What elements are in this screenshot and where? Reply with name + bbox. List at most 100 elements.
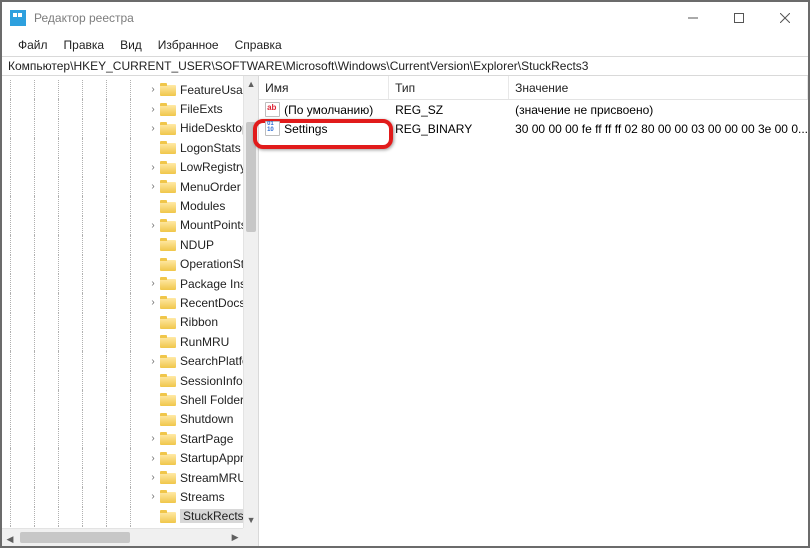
close-button[interactable] — [762, 2, 808, 34]
tree-item-label: StuckRects3 — [183, 509, 243, 523]
tree-item[interactable]: ›SearchPlatform — [2, 351, 243, 370]
values-pane: Имя Тип Значение (По умолчанию)REG_SZ(зн… — [259, 76, 808, 546]
folder-icon — [160, 490, 176, 503]
scroll-left-icon[interactable]: ◀ — [2, 531, 18, 546]
value-data: (значение не присвоено) — [509, 103, 808, 117]
list-row[interactable]: Settings REG_BINARY30 00 00 00 fe ff ff f… — [259, 119, 808, 138]
menu-edit[interactable]: Правка — [56, 36, 113, 54]
tree-pane: ›FeatureUsage›FileExts›HideDesktopIconLo… — [2, 76, 259, 546]
tree-vertical-scrollbar[interactable]: ▲ ▼ — [243, 76, 258, 528]
tree-item-label: MenuOrder — [180, 180, 241, 194]
expand-icon[interactable]: › — [146, 356, 160, 367]
list-row[interactable]: (По умолчанию)REG_SZ(значение не присвое… — [259, 100, 808, 119]
expand-icon[interactable]: › — [146, 104, 160, 115]
folder-icon — [160, 200, 176, 213]
main-area: ›FeatureUsage›FileExts›HideDesktopIconLo… — [2, 76, 808, 546]
tree-item-label: Ribbon — [180, 315, 218, 329]
tree-item[interactable]: › StreamMRU — [2, 468, 243, 487]
tree-item-label: FileExts — [180, 102, 223, 116]
tree-item-label: NDUP — [180, 238, 214, 252]
scroll-thumb-h[interactable] — [20, 532, 130, 543]
expand-icon[interactable]: › — [146, 472, 160, 483]
address-text: Компьютер\HKEY_CURRENT_USER\SOFTWARE\Mic… — [8, 59, 588, 73]
tree-item-label: Package Installa — [180, 277, 243, 291]
tree-item[interactable]: StuckRects3 — [2, 507, 243, 526]
tree-item[interactable]: ›LowRegistry — [2, 158, 243, 177]
tree-item[interactable]: NDUP — [2, 235, 243, 254]
folder-icon — [160, 432, 176, 445]
expand-icon[interactable]: › — [146, 278, 160, 289]
tree-item-label: MountPoints2 — [180, 218, 243, 232]
folder-icon — [160, 141, 176, 154]
tree-item[interactable]: LogonStats — [2, 138, 243, 157]
expand-icon[interactable]: › — [146, 84, 160, 95]
tree-item-label: RunMRU — [180, 335, 229, 349]
tree-item-label: HideDesktopIcon — [180, 121, 243, 135]
tree-horizontal-scrollbar[interactable]: ◀ ▶ — [2, 528, 243, 546]
column-type[interactable]: Тип — [389, 76, 509, 99]
folder-icon — [160, 452, 176, 465]
tree-item[interactable]: › FileExts — [2, 99, 243, 118]
tree-item[interactable]: › Streams — [2, 487, 243, 506]
tree-item[interactable]: OperationStatus — [2, 255, 243, 274]
value-type: REG_SZ — [389, 103, 509, 117]
menu-favorites[interactable]: Избранное — [150, 36, 227, 54]
tree-item[interactable]: ›StartupApprove — [2, 448, 243, 467]
expand-icon[interactable]: › — [146, 181, 160, 192]
tree-item-label: Streams — [180, 490, 225, 504]
registry-tree[interactable]: ›FeatureUsage›FileExts›HideDesktopIconLo… — [2, 76, 243, 528]
tree-item[interactable]: Shell Folders — [2, 390, 243, 409]
tree-item-label: StreamMRU — [180, 471, 243, 485]
tree-item[interactable]: › MountPoints2 — [2, 216, 243, 235]
tree-item[interactable]: › HideDesktopIcon — [2, 119, 243, 138]
tree-item[interactable]: ›RecentDocs — [2, 293, 243, 312]
tree-item-label: Shell Folders — [180, 393, 243, 407]
scroll-down-icon[interactable]: ▼ — [244, 512, 258, 528]
scroll-up-icon[interactable]: ▲ — [244, 76, 258, 92]
expand-icon[interactable]: › — [146, 453, 160, 464]
address-bar[interactable]: Компьютер\HKEY_CURRENT_USER\SOFTWARE\Mic… — [2, 56, 808, 76]
column-name[interactable]: Имя — [259, 76, 389, 99]
tree-item[interactable]: ›FeatureUsage — [2, 80, 243, 99]
expand-icon[interactable]: › — [146, 491, 160, 502]
menu-view[interactable]: Вид — [112, 36, 150, 54]
tree-item[interactable]: Modules — [2, 196, 243, 215]
tree-item[interactable]: Shutdown — [2, 410, 243, 429]
title-bar: Редактор реестра — [2, 2, 808, 34]
folder-icon — [160, 122, 176, 135]
tree-item-label: Shutdown — [180, 412, 233, 426]
value-type: REG_BINARY — [389, 122, 509, 136]
tree-item[interactable]: Ribbon — [2, 313, 243, 332]
value-data: 30 00 00 00 fe ff ff ff 02 80 00 00 03 0… — [509, 122, 808, 136]
column-value[interactable]: Значение — [509, 76, 808, 99]
scroll-thumb[interactable] — [246, 122, 256, 232]
scroll-right-icon[interactable]: ▶ — [227, 529, 243, 546]
menu-bar: Файл Правка Вид Избранное Справка — [2, 34, 808, 56]
folder-icon — [160, 161, 176, 174]
tree-item[interactable]: ›StartPage — [2, 429, 243, 448]
expand-icon[interactable]: › — [146, 123, 160, 134]
minimize-button[interactable] — [670, 2, 716, 34]
folder-icon — [160, 277, 176, 290]
maximize-button[interactable] — [716, 2, 762, 34]
menu-file[interactable]: Файл — [10, 36, 56, 54]
tree-item[interactable]: RunMRU — [2, 332, 243, 351]
binary-value-icon — [265, 121, 280, 136]
folder-icon — [160, 219, 176, 232]
expand-icon[interactable]: › — [146, 162, 160, 173]
tree-item[interactable]: SessionInfo — [2, 371, 243, 390]
app-icon — [10, 10, 26, 26]
expand-icon[interactable]: › — [146, 433, 160, 444]
tree-item[interactable]: › MenuOrder — [2, 177, 243, 196]
folder-icon — [160, 83, 176, 96]
tree-item-label: Modules — [180, 199, 225, 213]
value-name: Settings — [284, 122, 327, 136]
expand-icon[interactable]: › — [146, 297, 160, 308]
tree-item-label: SessionInfo — [180, 374, 243, 388]
menu-help[interactable]: Справка — [227, 36, 290, 54]
folder-icon — [160, 471, 176, 484]
tree-item[interactable]: › Package Installa — [2, 274, 243, 293]
expand-icon[interactable]: › — [146, 220, 160, 231]
list-header: Имя Тип Значение — [259, 76, 808, 100]
folder-icon — [160, 335, 176, 348]
